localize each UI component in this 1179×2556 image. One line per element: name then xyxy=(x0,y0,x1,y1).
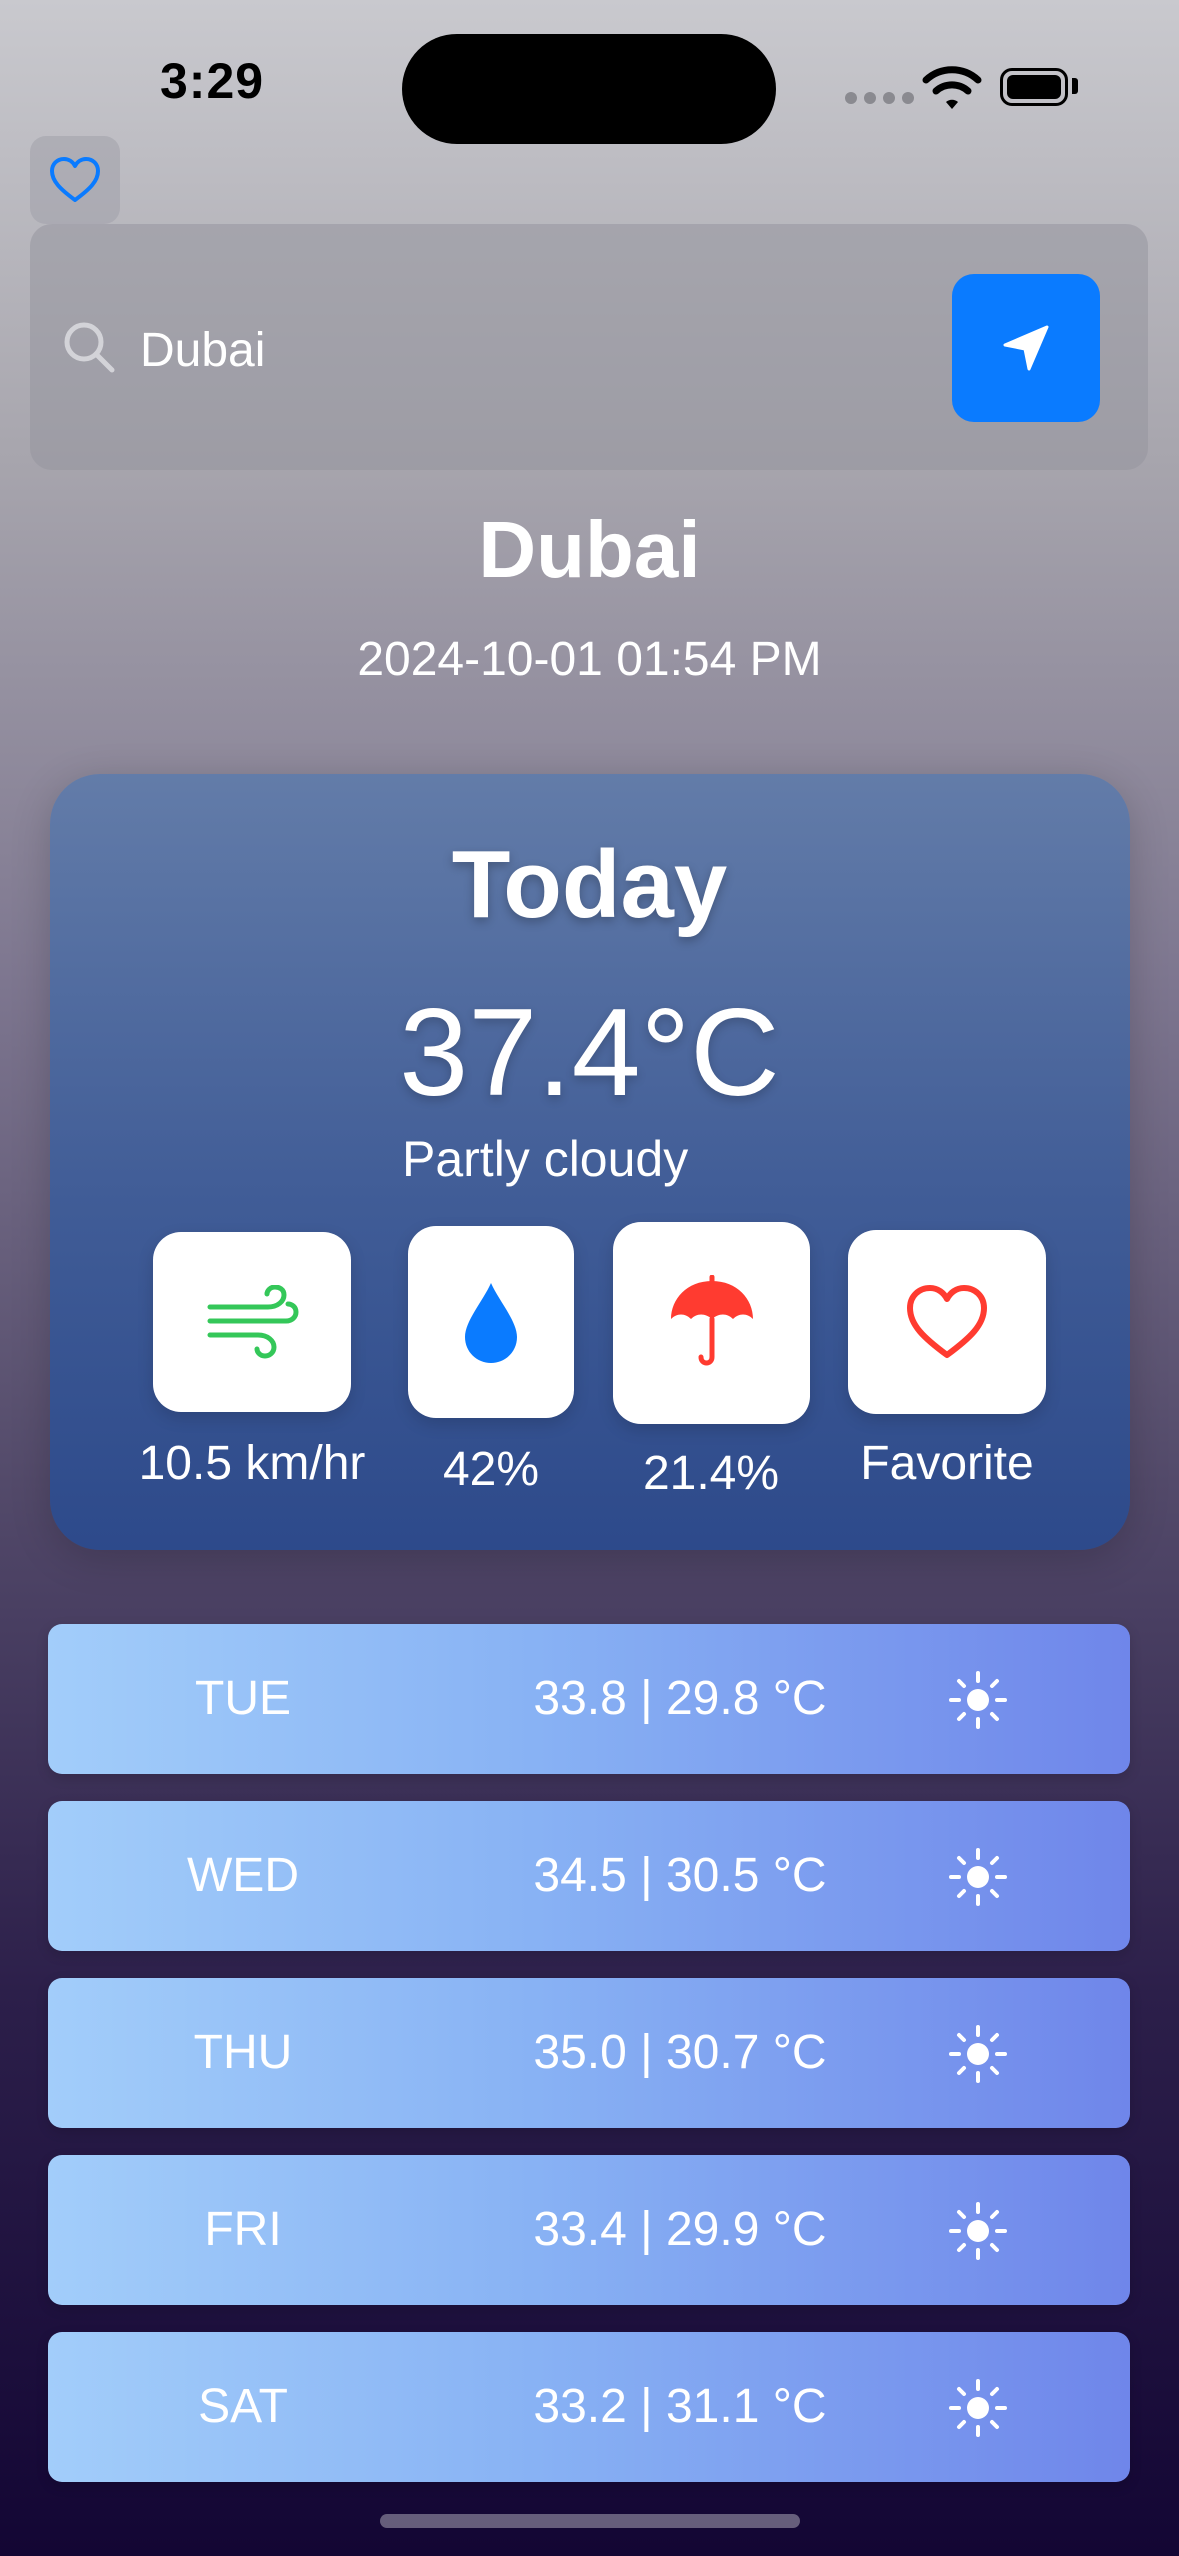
precipitation-tile xyxy=(613,1222,810,1424)
forecast-row: FRI 33.4 | 29.9 °C xyxy=(48,2155,1130,2305)
favorite-label[interactable]: Favorite xyxy=(828,1436,1066,1491)
local-datetime: 2024-10-01 01:54 PM xyxy=(357,633,822,686)
search-input[interactable] xyxy=(140,318,920,382)
forecast-temps: 33.4 | 29.9 °C xyxy=(533,2203,827,2256)
water-drop-icon xyxy=(465,1283,517,1363)
precipitation-value: 21.4% xyxy=(642,1447,780,1500)
sun-icon xyxy=(949,2379,1007,2437)
current-temperature: 37.4°C xyxy=(399,984,780,1122)
today-title: Today xyxy=(451,831,728,938)
forecast-day: THU xyxy=(193,2026,293,2079)
forecast-row: SAT 33.2 | 31.1 °C xyxy=(48,2332,1130,2482)
forecast-temps: 34.5 | 30.5 °C xyxy=(533,1849,827,1902)
wind-tile xyxy=(153,1232,351,1412)
forecast-temps: 33.8 | 29.8 °C xyxy=(533,1672,827,1725)
forecast-day: FRI xyxy=(204,2203,282,2256)
sun-icon xyxy=(949,2025,1007,2083)
current-location-button[interactable] xyxy=(952,274,1100,422)
dynamic-island xyxy=(402,34,776,144)
forecast-row: TUE 33.8 | 29.8 °C xyxy=(48,1624,1130,1774)
sun-icon xyxy=(949,1848,1007,1906)
forecast-day: SAT xyxy=(198,2380,288,2433)
forecast-temps: 33.2 | 31.1 °C xyxy=(533,2380,827,2433)
battery-nub xyxy=(1072,78,1078,94)
umbrella-icon xyxy=(670,1275,753,1366)
forecast-day: WED xyxy=(187,1849,299,1902)
cellular-signal-icon xyxy=(845,92,914,104)
humidity-tile xyxy=(408,1226,574,1418)
forecast-row: WED 34.5 | 30.5 °C xyxy=(48,1801,1130,1951)
sun-icon xyxy=(949,2202,1007,2260)
wind-icon xyxy=(207,1285,299,1359)
location-arrow-icon xyxy=(1003,325,1049,371)
sun-icon xyxy=(949,1671,1007,1729)
heart-icon xyxy=(907,1285,987,1358)
favorites-button[interactable] xyxy=(30,136,120,224)
city-name: Dubai xyxy=(478,505,701,594)
status-time: 3:29 xyxy=(160,53,265,109)
humidity-value: 42% xyxy=(442,1443,540,1496)
weather-condition: Partly cloudy xyxy=(402,1131,689,1187)
favorite-tile[interactable] xyxy=(848,1230,1046,1414)
heart-outline-icon xyxy=(50,157,100,202)
forecast-day: TUE xyxy=(195,1672,291,1725)
forecast-temps: 35.0 | 30.7 °C xyxy=(533,2026,827,2079)
battery-icon xyxy=(1000,68,1068,106)
wifi-icon xyxy=(922,66,982,109)
forecast-row: THU 35.0 | 30.7 °C xyxy=(48,1978,1130,2128)
search-icon xyxy=(64,322,115,373)
wind-speed: 10.5 km/hr xyxy=(138,1437,366,1490)
home-indicator[interactable] xyxy=(380,2514,800,2528)
